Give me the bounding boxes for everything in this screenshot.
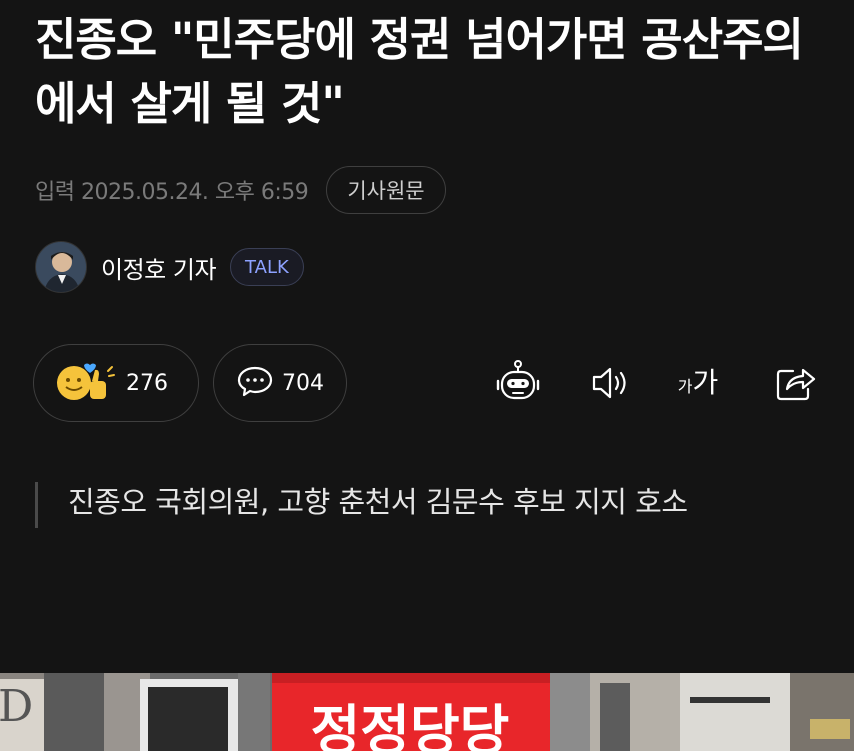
font-size-small-label: 가 — [677, 377, 693, 396]
avatar-image — [36, 242, 86, 292]
author-row: 이정호 기자 TALK — [35, 240, 304, 294]
comment-button[interactable]: 704 — [213, 344, 347, 422]
robot-icon[interactable] — [493, 358, 543, 408]
speaker-icon[interactable] — [585, 358, 635, 408]
author-name[interactable]: 이정호 기자 — [101, 250, 217, 285]
article-action-bar: 276 704 가 가 — [33, 344, 823, 422]
article-summary: 진종오 국회의원, 고향 춘천서 김문수 후보 지지 호소 — [35, 482, 795, 528]
author-avatar[interactable] — [35, 241, 87, 293]
original-article-button[interactable]: 기사원문 — [326, 166, 446, 214]
shop-sign-letter: D — [0, 681, 33, 732]
article-photo: D 정정당당 — [0, 673, 854, 751]
font-size-icon[interactable]: 가 가 — [673, 358, 723, 408]
street-scene-image: D 정정당당 — [0, 673, 854, 751]
share-icon[interactable] — [770, 358, 820, 408]
reaction-button[interactable]: 276 — [33, 344, 199, 422]
reaction-count: 276 — [126, 370, 168, 396]
speech-bubble-icon — [236, 364, 274, 402]
publish-date: 입력 2025.05.24. 오후 6:59 — [35, 180, 309, 205]
smile-thumbs-icon — [54, 359, 118, 407]
sign-text: 정정당당 — [311, 699, 510, 751]
article-meta: 입력 2025.05.24. 오후 6:59 기사원문 — [35, 164, 446, 216]
article-headline: 진종오 "민주당에 정권 넘어가면 공산주의에서 살게 될 것" — [35, 13, 804, 130]
font-size-large-label: 가 — [692, 366, 719, 399]
summary-text: 진종오 국회의원, 고향 춘천서 김문수 후보 지지 호소 — [68, 485, 688, 519]
talk-button[interactable]: TALK — [230, 248, 304, 286]
comment-count: 704 — [282, 370, 324, 396]
